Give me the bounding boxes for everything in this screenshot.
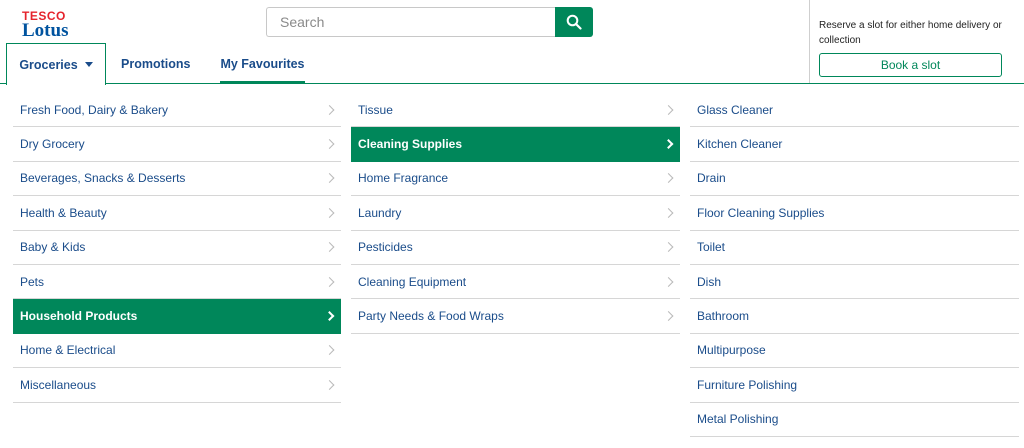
- main-nav-tabs: Groceries Promotions My Favourites: [6, 43, 305, 85]
- category-item[interactable]: Dry Grocery: [13, 127, 341, 162]
- product-type-item[interactable]: Dish: [690, 265, 1019, 300]
- chevron-right-icon: [324, 311, 335, 321]
- product-type-item[interactable]: Toilet: [690, 231, 1019, 265]
- chevron-right-icon: [324, 379, 335, 390]
- subcategory-item[interactable]: Party Needs & Food Wraps: [351, 299, 680, 334]
- chevron-right-icon: [663, 104, 674, 115]
- search-input[interactable]: [266, 7, 556, 37]
- chevron-right-icon: [324, 242, 335, 253]
- subcategory-label: Cleaning Supplies: [358, 137, 463, 152]
- tesco-lotus-logo[interactable]: TESCO Lotus: [22, 10, 80, 40]
- category-label: Beverages, Snacks & Desserts: [20, 171, 186, 186]
- category-item[interactable]: Beverages, Snacks & Desserts: [13, 162, 341, 197]
- slot-description: Reserve a slot for either home delivery …: [819, 20, 1002, 46]
- category-label: Household Products: [20, 309, 138, 324]
- category-item[interactable]: Baby & Kids: [13, 231, 341, 265]
- chevron-right-icon: [663, 173, 674, 184]
- subcategory-label: Pesticides: [358, 240, 413, 255]
- subcategory-label: Tissue: [358, 102, 393, 117]
- search-bar: [266, 7, 593, 37]
- product-type-item[interactable]: Multipurpose: [690, 334, 1019, 369]
- chevron-right-icon: [324, 139, 335, 150]
- chevron-right-icon: [324, 104, 335, 115]
- product-type-list: Glass Cleaner Kitchen Cleaner Drain Floo…: [690, 93, 1019, 437]
- product-type-item[interactable]: Kitchen Cleaner: [690, 127, 1019, 162]
- chevron-right-icon: [324, 276, 335, 287]
- subcategory-label: Laundry: [358, 205, 402, 220]
- subcategory-label: Party Needs & Food Wraps: [358, 309, 504, 324]
- subcategory-item[interactable]: Laundry: [351, 196, 680, 231]
- tab-promotions-label: Promotions: [121, 56, 191, 71]
- caret-down-icon: [84, 62, 93, 67]
- product-type-item[interactable]: Metal Polishing: [690, 403, 1019, 437]
- category-label: Home & Electrical: [20, 343, 116, 358]
- chevron-right-icon: [324, 345, 335, 356]
- category-label: Pets: [20, 274, 45, 289]
- chevron-right-icon: [663, 242, 674, 253]
- subcategory-list: Tissue Cleaning Supplies Home Fragrance …: [351, 93, 680, 334]
- tab-promotions[interactable]: Promotions: [121, 43, 190, 84]
- category-label: Dry Grocery: [20, 137, 85, 152]
- product-type-item[interactable]: Bathroom: [690, 299, 1019, 334]
- product-type-item[interactable]: Furniture Polishing: [690, 368, 1019, 403]
- chevron-right-icon: [663, 207, 674, 218]
- category-label: Baby & Kids: [20, 240, 86, 255]
- search-button[interactable]: [555, 7, 593, 37]
- tab-groceries[interactable]: Groceries: [6, 43, 106, 85]
- product-type-item[interactable]: Floor Cleaning Supplies: [690, 196, 1019, 231]
- subcategory-item[interactable]: Tissue: [351, 93, 680, 128]
- tab-my-favourites[interactable]: My Favourites: [220, 43, 305, 84]
- category-item[interactable]: Home & Electrical: [13, 334, 341, 369]
- search-icon: [566, 14, 582, 30]
- chevron-right-icon: [663, 311, 674, 321]
- subcategory-label: Home Fragrance: [358, 171, 449, 186]
- tab-my-favourites-label: My Favourites: [220, 56, 305, 71]
- category-item[interactable]: Health & Beauty: [13, 196, 341, 231]
- category-item[interactable]: Pets: [13, 265, 341, 300]
- category-item[interactable]: Miscellaneous: [13, 368, 341, 403]
- delivery-slot-panel: Reserve a slot for either home delivery …: [809, 0, 1024, 84]
- category-item[interactable]: Fresh Food, Dairy & Bakery: [13, 93, 341, 128]
- category-label: Health & Beauty: [20, 205, 107, 220]
- product-type-item[interactable]: Glass Cleaner: [690, 93, 1019, 128]
- subcategory-item[interactable]: Pesticides: [351, 231, 680, 265]
- category-list: Fresh Food, Dairy & Bakery Dry Grocery B…: [13, 93, 341, 403]
- header-divider: [0, 83, 1024, 84]
- book-slot-button[interactable]: Book a slot: [819, 53, 1002, 77]
- subcategory-item-active[interactable]: Cleaning Supplies: [351, 127, 680, 162]
- category-label: Miscellaneous: [20, 377, 97, 392]
- site-header: TESCO Lotus Groceries Promotions My Favo…: [0, 0, 1024, 85]
- subcategory-item[interactable]: Cleaning Equipment: [351, 265, 680, 300]
- subcategory-item[interactable]: Home Fragrance: [351, 162, 680, 197]
- chevron-right-icon: [324, 207, 335, 218]
- category-label: Fresh Food, Dairy & Bakery: [20, 102, 169, 117]
- tab-groceries-label: Groceries: [19, 57, 78, 72]
- chevron-right-icon: [663, 139, 674, 150]
- logo-bottom-text: Lotus: [22, 20, 69, 41]
- chevron-right-icon: [324, 173, 335, 184]
- product-type-item[interactable]: Drain: [690, 162, 1019, 197]
- chevron-right-icon: [663, 276, 674, 287]
- category-item-active[interactable]: Household Products: [13, 299, 341, 334]
- subcategory-label: Cleaning Equipment: [358, 274, 467, 289]
